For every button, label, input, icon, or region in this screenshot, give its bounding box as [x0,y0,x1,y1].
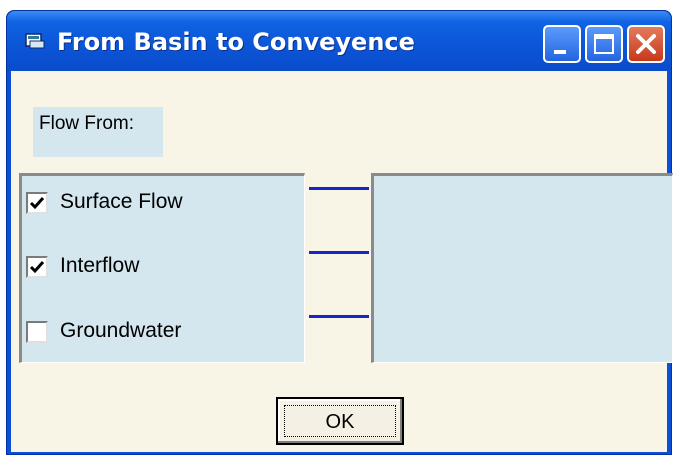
close-button[interactable] [627,25,665,63]
minimize-icon [554,50,566,54]
surface-flow-checkbox[interactable] [26,192,48,214]
interflow-label: Interflow [60,254,140,277]
flow-from-label: Flow From: [39,113,134,134]
window-title: From Basin to Conveyence [57,28,415,56]
flow-from-box: Flow From: [33,107,163,157]
groundwater-label: Groundwater [60,319,182,342]
connector-line-groundwater [309,315,369,318]
minimize-button[interactable] [543,25,581,63]
groundwater-checkbox[interactable] [26,321,48,343]
connector-line-surface-flow [309,187,369,190]
interflow-checkbox[interactable] [26,256,48,278]
ok-button-label: OK [325,411,355,433]
conveyance-panel [371,173,673,363]
title-bar[interactable]: From Basin to Conveyence [7,11,671,71]
checkmark-icon [29,261,45,274]
checkmark-icon [29,197,45,210]
maximize-button[interactable] [585,25,623,63]
ok-button[interactable]: OK [276,397,404,445]
surface-flow-label: Surface Flow [60,190,183,213]
dialog-client-area: Flow From: Surface Flow Interflow Ground… [11,71,673,452]
flow-options-panel: Surface Flow Interflow Groundwater [19,173,305,363]
app-icon [25,33,45,49]
maximize-icon [594,34,614,54]
connector-line-interflow [309,251,369,254]
close-icon [636,34,656,54]
dialog-window: From Basin to Conveyence Flow From: Surf… [6,10,673,455]
